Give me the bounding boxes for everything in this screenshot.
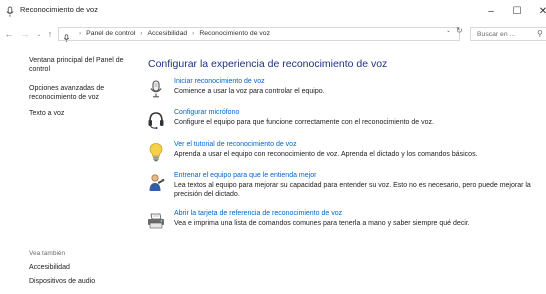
search-input[interactable]: Buscar en ... ⚲: [470, 27, 546, 41]
task-item-speech-tutorial: Ver el tutorial de reconocimiento de voz…: [140, 141, 546, 171]
breadcrumb-reconocimiento-de-voz[interactable]: Reconocimiento de voz: [199, 30, 270, 37]
breadcrumb-separator: ›: [140, 30, 143, 37]
person-icon: [146, 173, 166, 193]
printer-icon: [146, 211, 166, 231]
breadcrumb-accesibilidad[interactable]: Accesibilidad: [147, 30, 187, 37]
address-dropdown-icon[interactable]: ⌄: [446, 27, 451, 34]
forward-button[interactable]: →: [19, 27, 31, 41]
sidebar-link-advanced-speech-options[interactable]: Opciones avanzadas de reconocimiento de …: [29, 85, 134, 102]
window-title: Reconocimiento de voz: [20, 5, 98, 14]
up-button[interactable]: ↑: [44, 27, 56, 41]
breadcrumb-separator: ›: [192, 30, 195, 37]
close-button[interactable]: ✕: [530, 0, 546, 22]
start-speech-recognition-description: Comience a usar la voz para controlar el…: [174, 88, 325, 95]
speech-tutorial-description: Aprenda a usar el equipo con reconocimie…: [174, 151, 478, 158]
see-also-link-audio-devices[interactable]: Dispositivos de audio: [29, 278, 95, 285]
task-item-start-speech-recognition: Iniciar reconocimiento de voz Comience a…: [140, 78, 546, 108]
see-also-link-accessibility[interactable]: Accesibilidad: [29, 264, 70, 271]
refresh-icon[interactable]: ↻: [456, 26, 463, 35]
main-content: Configurar la experiencia de reconocimie…: [140, 44, 546, 294]
task-item-reference-card: Abrir la tarjeta de referencia de recono…: [140, 210, 546, 240]
back-button[interactable]: ←: [3, 27, 15, 41]
headset-icon: [146, 110, 166, 130]
minimize-button[interactable]: –: [478, 0, 504, 22]
breadcrumb: › Panel de control › Accesibilidad › Reconoci…: [74, 30, 270, 37]
lightbulb-icon: [146, 142, 166, 162]
configure-microphone-link[interactable]: Configurar micrófono: [174, 109, 239, 116]
microphone-icon: [4, 5, 16, 17]
sidebar-link-text-to-speech[interactable]: Texto a voz: [29, 110, 134, 119]
start-speech-recognition-link[interactable]: Iniciar reconocimiento de voz: [174, 78, 265, 85]
reference-card-description: Vea e imprima una lista de comandos comu…: [174, 220, 470, 227]
configure-microphone-description: Configure el equipo para que funcione co…: [174, 119, 434, 126]
breadcrumb-panel-de-control[interactable]: Panel de control: [86, 30, 135, 37]
see-also-heading: Vea también: [29, 250, 66, 257]
control-panel-window: Reconocimiento de voz – ☐ ✕ ← → ⌄ ↑ › Pan…: [0, 0, 546, 294]
speech-tutorial-link[interactable]: Ver el tutorial de reconocimiento de voz: [174, 141, 297, 148]
microphone-icon: [62, 30, 71, 43]
breadcrumb-separator: ›: [79, 30, 82, 37]
title-bar: Reconocimiento de voz – ☐ ✕: [0, 0, 546, 22]
reference-card-link[interactable]: Abrir la tarjeta de referencia de recono…: [174, 210, 342, 217]
left-navigation: Ventana principal del Panel de control O…: [0, 44, 140, 294]
search-placeholder: Buscar en ...: [477, 31, 516, 38]
task-item-configure-microphone: Configurar micrófono Configure el equipo…: [140, 109, 546, 139]
page-title: Configurar la experiencia de reconocimie…: [148, 58, 388, 70]
navigation-bar: ← → ⌄ ↑ › Panel de control › Accesibilidad ›…: [0, 24, 546, 44]
train-computer-link[interactable]: Entrenar el equipo para que le entienda …: [174, 172, 316, 179]
microphone-icon: [146, 79, 166, 99]
address-bar[interactable]: › Panel de control › Accesibilidad › Reconoci…: [58, 27, 460, 43]
sidebar-link-control-panel-home[interactable]: Ventana principal del Panel de control: [29, 57, 134, 74]
maximize-button[interactable]: ☐: [504, 0, 530, 22]
train-computer-description: Lea textos al equipo para mejorar su cap…: [174, 182, 531, 198]
task-item-train-computer: Entrenar el equipo para que le entienda …: [140, 172, 546, 202]
search-icon[interactable]: ⚲: [537, 29, 543, 38]
